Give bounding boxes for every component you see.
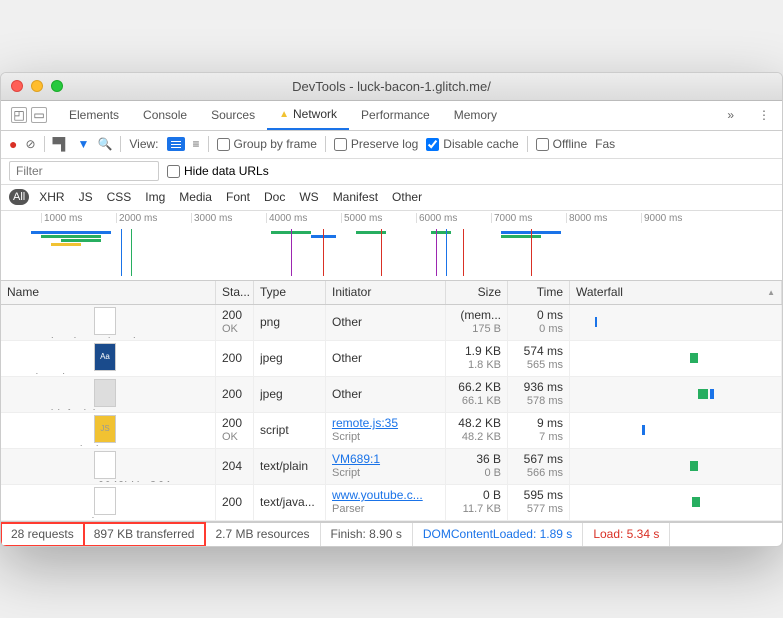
filter-all[interactable]: All <box>9 189 29 205</box>
timeline-tick: 2000 ms <box>116 213 157 223</box>
timeline-tick: 3000 ms <box>191 213 232 223</box>
file-icon <box>94 379 116 407</box>
tab-network[interactable]: ▲Network <box>267 101 349 130</box>
waterfall-view-icon[interactable]: ≡ <box>193 137 200 151</box>
filter-bar: Hide data URLs <box>1 159 782 185</box>
summary-finish: Finish: 8.90 s <box>321 523 413 546</box>
inspect-icon[interactable]: ◰ <box>11 107 27 123</box>
clear-icon[interactable]: ⊘ <box>25 137 35 151</box>
type-filter-bar: All XHR JS CSS Img Media Font Doc WS Man… <box>1 185 782 211</box>
summary-transferred: 897 KB transferred <box>84 523 206 546</box>
warning-icon: ▲ <box>279 109 289 120</box>
devtools-window: DevTools - luck-bacon-1.glitch.me/ ◰ ▭ E… <box>0 72 783 547</box>
network-toolbar: ● ⊘ ▀▌ ▼ 🔍 View: ≡ Group by frame Preser… <box>1 131 782 159</box>
filter-img[interactable]: Img <box>141 188 169 206</box>
filter-font[interactable]: Font <box>222 188 254 206</box>
waterfall-cell <box>570 377 782 412</box>
initiator-link[interactable]: www.youtube.c... <box>332 488 439 502</box>
file-icon <box>94 451 116 479</box>
timeline-tick: 4000 ms <box>266 213 307 223</box>
file-icon <box>94 307 116 335</box>
waterfall-cell <box>570 449 782 484</box>
filter-js[interactable]: JS <box>75 188 97 206</box>
gear-icon <box>63 515 74 518</box>
summary-resources: 2.7 MB resources <box>205 523 320 546</box>
close-icon[interactable] <box>11 80 23 92</box>
tab-console[interactable]: Console <box>131 101 199 130</box>
device-toolbar-icon[interactable]: ▭ <box>31 107 47 123</box>
search-icon[interactable]: 🔍 <box>97 137 112 151</box>
table-row[interactable]: Aa photo.jpg yt3.ggpht.com/-vu_v-hJT-3Q/… <box>1 341 782 377</box>
view-label: View: <box>129 137 158 151</box>
summary-requests: 28 requests <box>1 523 84 546</box>
table-row[interactable]: data:image/png;base... 200OK png Other (… <box>1 305 782 341</box>
file-icon: JS <box>94 415 116 443</box>
waterfall-cell <box>570 485 782 520</box>
tab-performance[interactable]: Performance <box>349 101 442 130</box>
filter-doc[interactable]: Doc <box>260 188 289 206</box>
panel-tabs: ◰ ▭ Elements Console Sources ▲Network Pe… <box>1 101 782 131</box>
filter-ws[interactable]: WS <box>295 188 322 206</box>
network-table: Name Sta... Type Initiator Size Time Wat… <box>1 281 782 522</box>
initiator-link[interactable]: VM689:1 <box>332 452 439 466</box>
titlebar: DevTools - luck-bacon-1.glitch.me/ <box>1 73 782 101</box>
timeline-overview[interactable]: 1000 ms 2000 ms 3000 ms 4000 ms 5000 ms 6000 … <box>1 211 782 281</box>
hide-data-urls-checkbox[interactable]: Hide data URLs <box>167 164 269 178</box>
maximize-icon[interactable] <box>51 80 63 92</box>
file-icon <box>94 487 116 515</box>
filter-input[interactable] <box>9 161 159 181</box>
col-time[interactable]: Time <box>508 281 570 304</box>
traffic-lights <box>11 80 63 92</box>
table-row[interactable]: sddefault.jpg i.ytimg.com/vi/6lfaiXM6waw… <box>1 377 782 413</box>
timeline-tick: 8000 ms <box>566 213 607 223</box>
filter-media[interactable]: Media <box>175 188 216 206</box>
summary-load: Load: 5.34 s <box>583 523 670 546</box>
col-waterfall[interactable]: Waterfall▲ <box>570 281 782 304</box>
filter-icon[interactable]: ▼ <box>78 137 90 151</box>
col-type[interactable]: Type <box>254 281 326 304</box>
table-header: Name Sta... Type Initiator Size Time Wat… <box>1 281 782 305</box>
more-tabs-icon[interactable]: » <box>715 108 746 122</box>
group-by-frame-checkbox[interactable]: Group by frame <box>217 137 317 151</box>
waterfall-cell <box>570 413 782 448</box>
summary-bar: 28 requests 897 KB transferred 2.7 MB re… <box>1 522 782 546</box>
tab-memory[interactable]: Memory <box>442 101 509 130</box>
table-row[interactable]: sw.js www.youtube.com 200 text/java... w… <box>1 485 782 521</box>
summary-dcl: DOMContentLoaded: 1.89 s <box>413 523 583 546</box>
settings-menu-icon[interactable]: ⋮ <box>746 108 782 122</box>
disable-cache-checkbox[interactable]: Disable cache <box>426 137 518 151</box>
waterfall-cell <box>570 341 782 376</box>
timeline-tick: 5000 ms <box>341 213 382 223</box>
col-status[interactable]: Sta... <box>216 281 254 304</box>
file-icon: Aa <box>94 343 116 371</box>
table-row[interactable]: JS cast_sender.js pkedcjkdefgpdelpbcmbme… <box>1 413 782 449</box>
col-name[interactable]: Name <box>1 281 216 304</box>
initiator-link[interactable]: remote.js:35 <box>332 416 439 430</box>
filter-css[interactable]: CSS <box>103 188 136 206</box>
waterfall-cell <box>570 305 782 340</box>
filter-other[interactable]: Other <box>388 188 426 206</box>
timeline-tick: 7000 ms <box>491 213 532 223</box>
offline-checkbox[interactable]: Offline <box>536 137 587 151</box>
timeline-tick: 9000 ms <box>641 213 682 223</box>
camera-icon[interactable]: ▀▌ <box>53 137 70 151</box>
record-icon[interactable]: ● <box>9 136 17 152</box>
preserve-log-checkbox[interactable]: Preserve log <box>334 137 418 151</box>
minimize-icon[interactable] <box>31 80 43 92</box>
window-title: DevTools - luck-bacon-1.glitch.me/ <box>1 79 782 94</box>
filter-xhr[interactable]: XHR <box>35 188 68 206</box>
throttling-dropdown[interactable]: Fas <box>595 137 615 151</box>
col-initiator[interactable]: Initiator <box>326 281 446 304</box>
table-row[interactable]: generate_204?bHwO8A 204 text/plain VM689… <box>1 449 782 485</box>
col-size[interactable]: Size <box>446 281 508 304</box>
tab-elements[interactable]: Elements <box>57 101 131 130</box>
large-rows-icon[interactable] <box>167 137 185 151</box>
timeline-tick: 1000 ms <box>41 213 82 223</box>
timeline-tick: 6000 ms <box>416 213 457 223</box>
filter-manifest[interactable]: Manifest <box>329 188 382 206</box>
tab-sources[interactable]: Sources <box>199 101 267 130</box>
